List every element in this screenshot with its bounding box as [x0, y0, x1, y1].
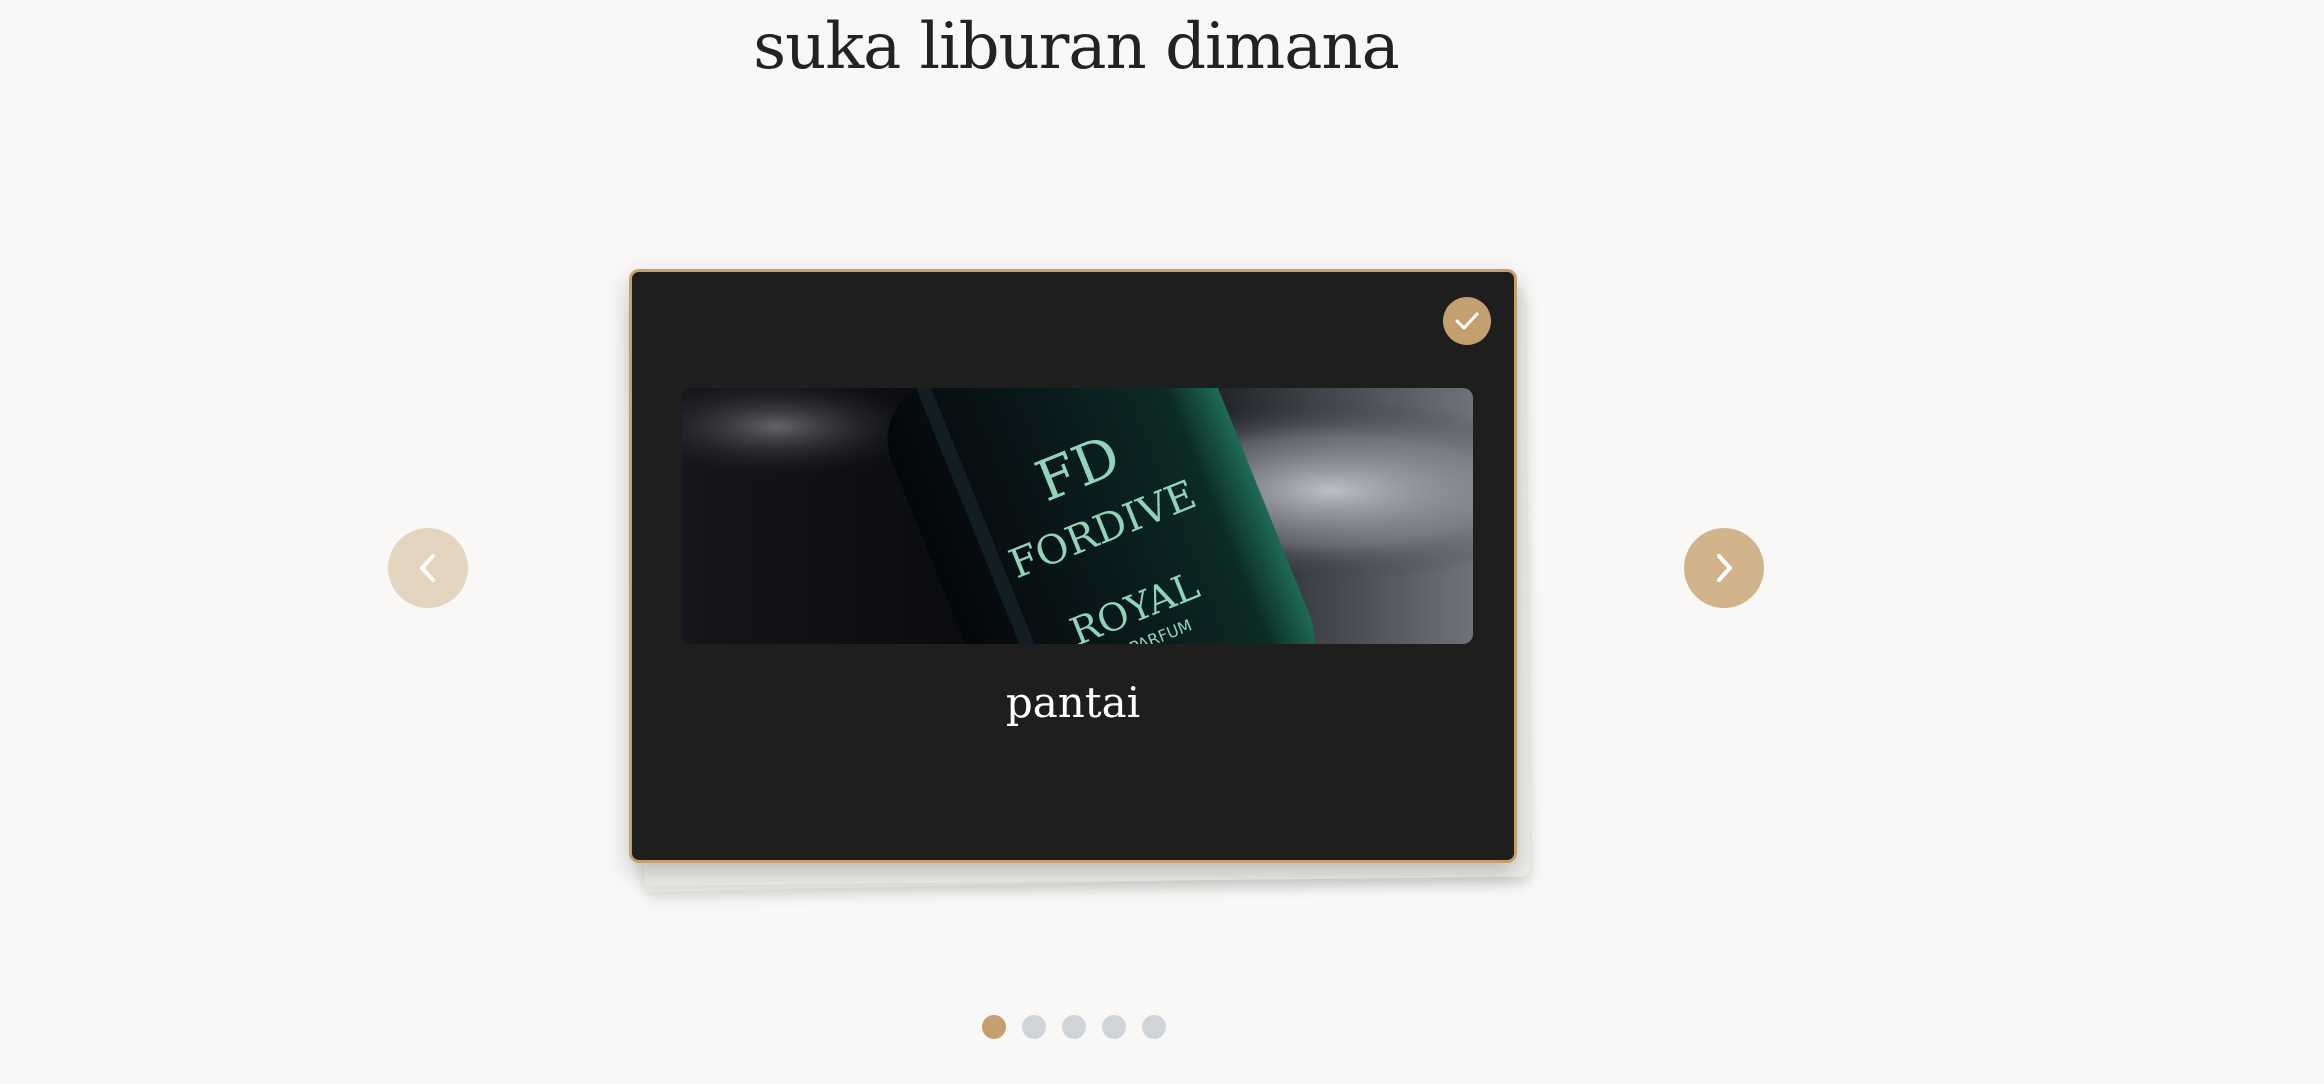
pagination-dot[interactable]: [1062, 1015, 1086, 1039]
prev-button[interactable]: [388, 528, 468, 608]
next-button[interactable]: [1684, 528, 1764, 608]
question-title: suka liburan dimana: [753, 10, 1399, 84]
pagination-dot[interactable]: [982, 1015, 1006, 1039]
selected-check-icon: [1443, 297, 1491, 345]
option-image: FD FORDIVE ROYAL DE PARFUM: [682, 388, 1473, 644]
pagination-dot[interactable]: [1102, 1015, 1126, 1039]
pagination-dot[interactable]: [1022, 1015, 1046, 1039]
pagination-dots: [982, 1015, 1166, 1039]
option-label: pantai: [1005, 678, 1141, 727]
chevron-right-icon: [1717, 554, 1732, 582]
pagination-dot[interactable]: [1142, 1015, 1166, 1039]
option-card[interactable]: FD FORDIVE ROYAL DE PARFUM pantai: [629, 269, 1517, 863]
chevron-left-icon: [420, 554, 435, 582]
